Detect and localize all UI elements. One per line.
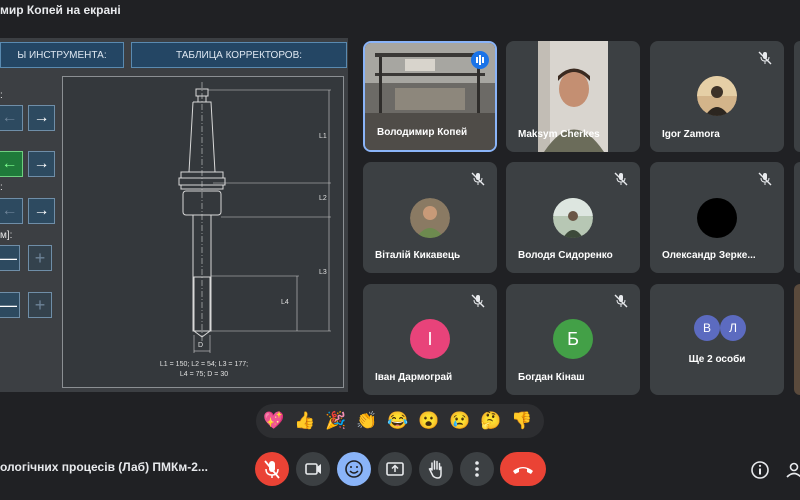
participant-avatar [553,198,593,238]
mic-toggle-button[interactable] [255,452,289,486]
arrow-left-active-button[interactable]: ← [0,151,23,177]
thumbs-down-reaction[interactable]: 👎 [510,410,534,432]
participant-tile[interactable]: Віталій Кикавець [363,162,497,273]
end-call-button[interactable] [500,452,546,486]
participant-name: Олександр Зерке... [662,250,756,261]
meeting-info-button[interactable] [748,458,772,482]
dim-label-l3: L3 [319,269,327,276]
camera-toggle-button[interactable] [296,452,330,486]
tile-edge [794,284,800,395]
arrow-right-button[interactable]: → [28,198,55,224]
raise-hand-button[interactable] [419,452,453,486]
dim-label-l1: L1 [319,133,327,140]
participant-name: Maksym Cherkes [518,129,600,140]
dimensions-text: L1 = 150; L2 = 54; L3 = 177; [159,361,249,368]
side-label: : [0,182,3,193]
participant-name: Віталій Кикавець [375,250,461,261]
tool-drawing: L1 L2 L3 L4 D L1 = 150; L2 = 54; L3 = 17… [62,76,344,388]
party-reaction[interactable]: 🎉 [324,410,348,432]
participant-name: Ще 2 особи [688,354,746,365]
participant-name: Володя Сидоренко [518,250,613,261]
plus-button[interactable]: + [28,292,52,318]
participant-avatar [697,198,737,238]
correctors-table-tab[interactable]: ТАБЛИЦА КОРРЕКТОРОВ: [131,42,347,68]
video-camera-icon [305,463,321,475]
participant-tile[interactable]: Igor Zamora [650,41,784,152]
tool-drawing-svg [178,82,331,353]
participant-tile[interactable]: І Іван Дармограй [363,284,497,395]
tile-edge [794,41,800,152]
mic-off-icon [614,172,628,186]
emoji-icon [345,460,363,478]
plus-button[interactable]: + [28,245,52,271]
tile-edge [794,162,800,273]
mic-off-icon [264,460,280,479]
mic-off-icon [471,294,485,308]
dim-label-l4: L4 [281,299,289,306]
people-icon [786,462,800,478]
participant-tile[interactable]: Володимир Копей [363,41,497,152]
mic-off-icon [758,51,772,65]
mic-off-icon [758,172,772,186]
info-icon [751,461,769,479]
mic-off-icon [614,294,628,308]
side-label: : [0,90,3,101]
side-label: м]: [0,230,13,241]
end-call-icon [513,467,533,474]
arrow-left-button[interactable]: ← [0,105,23,131]
arrow-left-button[interactable]: ← [0,198,23,224]
present-screen-icon [386,462,404,476]
participant-tile[interactable]: Володя Сидоренко [506,162,640,273]
thumbs-up-reaction[interactable]: 👍 [293,410,317,432]
participant-avatar [410,198,450,238]
dimensions-text: L4 = 75; D = 30 [179,371,229,378]
reactions-button[interactable] [337,452,371,486]
dim-label-l2: L2 [319,195,327,202]
heart-reaction[interactable]: 💖 [262,410,286,432]
participant-avatar: Б [553,319,593,359]
more-vert-icon [475,461,479,477]
surprised-reaction[interactable]: 😮 [417,410,441,432]
participant-name: Igor Zamora [662,129,720,140]
participant-tile[interactable]: Олександр Зерке... [650,162,784,273]
minus-button[interactable]: — [0,245,20,271]
speaking-indicator-icon [471,51,489,69]
tool-params-tab[interactable]: Ы ИНСТРУМЕНТА: [0,42,124,68]
hand-icon [428,460,442,479]
reactions-bar: 💖 👍 🎉 👏 😂 😮 😢 🤔 👎 [256,404,544,438]
meeting-name: ологічних процесів (Лаб) ПМКм-2... [0,460,208,474]
more-options-button[interactable] [460,452,494,486]
arrow-right-button[interactable]: → [28,105,55,131]
participant-name: Володимир Копей [377,127,468,138]
shared-screen: Ы ИНСТРУМЕНТА: ТАБЛИЦА КОРРЕКТОРОВ: : ← … [0,38,348,392]
dim-label-d: D [198,342,204,349]
minus-button[interactable]: — [0,292,20,318]
participant-avatar: І [410,319,450,359]
clap-reaction[interactable]: 👏 [355,410,379,432]
participant-name: Богдан Кінаш [518,372,585,383]
participant-avatar [697,76,737,116]
laugh-reaction[interactable]: 😂 [386,410,410,432]
people-button[interactable] [784,458,800,482]
arrow-right-button[interactable]: → [28,151,55,177]
mic-off-icon [471,172,485,186]
present-screen-button[interactable] [378,452,412,486]
sad-reaction[interactable]: 😢 [448,410,472,432]
participant-tile[interactable]: Maksym Cherkes [506,41,640,152]
participant-name: Іван Дармограй [375,372,453,383]
participant-avatar: Л [720,315,746,341]
thinking-reaction[interactable]: 🤔 [479,410,503,432]
participant-tile[interactable]: Б Богдан Кінаш [506,284,640,395]
more-participants-tile[interactable]: В Л Ще 2 особи [650,284,784,395]
presenter-title: мир Копей на екрані [0,3,121,17]
participant-avatar: В [694,315,720,341]
